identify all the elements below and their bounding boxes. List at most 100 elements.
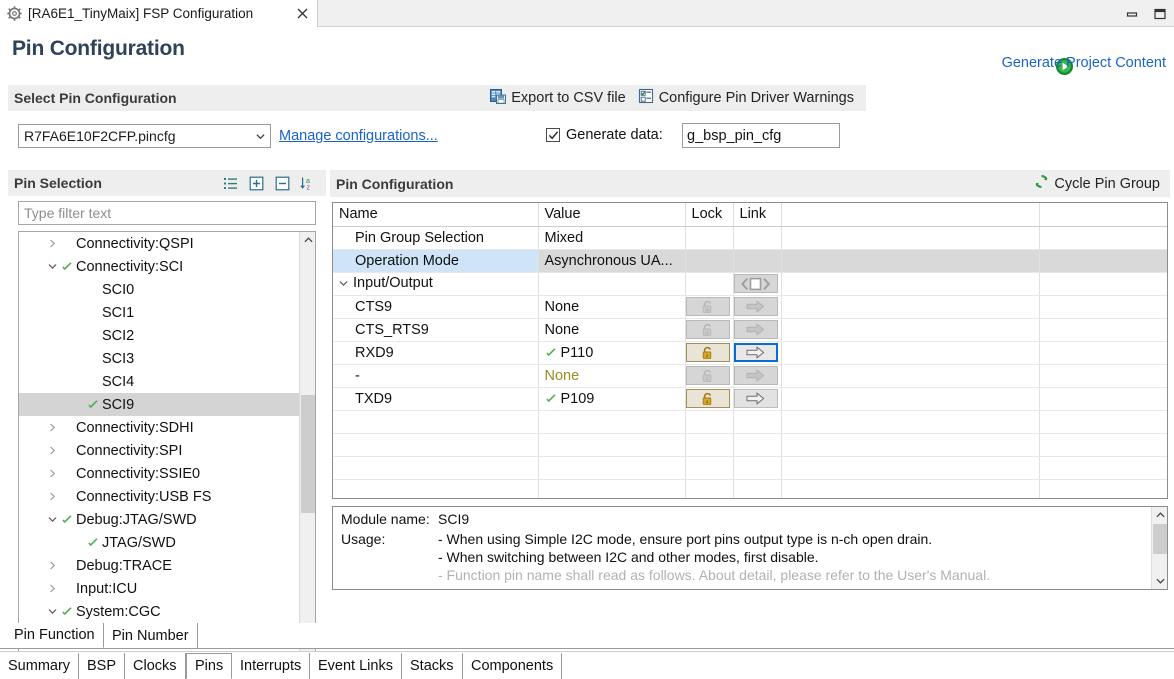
tree-item-debug-trace[interactable]: Debug:TRACE (19, 554, 300, 577)
configure-pin-driver-warnings-button[interactable]: Configure Pin Driver Warnings (638, 88, 854, 108)
table-row[interactable]: Operation Mode Asynchronous UA... (333, 249, 1167, 273)
tree-scrollbar-thumb[interactable] (301, 395, 315, 513)
tree-item-sci9[interactable]: SCI9 (19, 393, 300, 416)
pin-selection-tree[interactable]: Connectivity:QSPI Connectivity:SCI SCI0 SCI… (18, 231, 316, 679)
table-row[interactable]: Input/Output (333, 272, 1167, 296)
link-button[interactable] (733, 389, 778, 408)
bottom-tab-interrupts[interactable]: Interrupts (232, 653, 311, 679)
cell-name[interactable]: CTS_RTS9 (333, 318, 539, 342)
lock-button[interactable] (685, 343, 730, 362)
expand-all-icon[interactable] (248, 175, 264, 191)
tree-item-connectivity-qspi[interactable]: Connectivity:QSPI (19, 232, 300, 255)
info-scrollbar-thumb[interactable] (1153, 524, 1167, 554)
tree-item-connectivity-ssie0[interactable]: Connectivity:SSIE0 (19, 462, 300, 485)
pin-view-tab-pin-function[interactable]: Pin Function (6, 623, 104, 648)
tree-scrollbar[interactable] (299, 232, 315, 679)
cell-name[interactable]: - (333, 364, 539, 388)
tree-item-sci3[interactable]: SCI3 (19, 347, 300, 370)
tree-item-system-cgc[interactable]: System:CGC (19, 600, 300, 623)
table-row[interactable]: CTS9 None (333, 295, 1167, 319)
pin-view-tab-pin-number[interactable]: Pin Number (104, 623, 198, 648)
chevron-up-icon[interactable] (300, 232, 315, 248)
link-button[interactable] (733, 320, 778, 339)
maximize-icon[interactable] (1152, 6, 1168, 22)
cell-value[interactable]: None (538, 295, 686, 319)
cycle-pin-group-button[interactable]: Cycle Pin Group (1034, 174, 1170, 193)
tree-item-input-icu[interactable]: Input:ICU (19, 577, 300, 600)
bottom-tab-clocks[interactable]: Clocks (125, 653, 186, 679)
bottom-tab-summary[interactable]: Summary (0, 653, 80, 679)
bottom-tab-event-links[interactable]: Event Links (310, 653, 402, 679)
tree-item-sci0[interactable]: SCI0 (19, 278, 300, 301)
chevron-right-icon[interactable] (45, 492, 59, 501)
sort-az-icon[interactable]: a z (300, 175, 316, 191)
pin-configuration-select[interactable]: R7FA6E10F2CFP.pincfg (18, 124, 271, 148)
manage-configurations-link[interactable]: Manage configurations... (279, 128, 438, 144)
cell-value[interactable]: None (538, 318, 686, 342)
chevron-down-icon[interactable] (339, 276, 353, 292)
cell-name[interactable]: Pin Group Selection (333, 226, 539, 250)
lock-button[interactable] (685, 297, 730, 316)
cell-lock[interactable] (685, 364, 734, 388)
cell-name[interactable]: TXD9 (333, 387, 539, 411)
column-header-lock[interactable]: Lock (685, 203, 734, 227)
bottom-tab-pins[interactable]: Pins (186, 653, 233, 679)
table-row[interactable]: RXD9 P110 (333, 341, 1167, 365)
table-row[interactable]: CTS_RTS9 None (333, 318, 1167, 342)
chevron-right-icon[interactable] (45, 239, 59, 248)
show-list-icon[interactable] (222, 175, 238, 191)
bottom-tab-bsp[interactable]: BSP (79, 653, 126, 679)
cell-lock[interactable] (685, 226, 734, 250)
tree-item-sci1[interactable]: SCI1 (19, 301, 300, 324)
cell-lock[interactable] (685, 249, 734, 273)
tree-item-connectivity-sdhi[interactable]: Connectivity:SDHI (19, 416, 300, 439)
lock-button[interactable] (685, 320, 730, 339)
tree-item-debug-jtag-swd[interactable]: Debug:JTAG/SWD (19, 508, 300, 531)
chevron-down-icon[interactable] (45, 262, 59, 271)
tree-item-connectivity-sci[interactable]: Connectivity:SCI (19, 255, 300, 278)
chevron-right-icon[interactable] (45, 561, 59, 570)
generate-project-content-link[interactable]: Generate Project Content (1002, 55, 1166, 71)
close-icon[interactable] (295, 7, 309, 21)
pin-selection-filter-input[interactable] (18, 201, 316, 225)
cell-name[interactable]: RXD9 (333, 341, 539, 365)
cell-value[interactable]: P110 (538, 341, 686, 365)
cell-value[interactable] (538, 272, 686, 296)
cell-value[interactable]: None (538, 364, 686, 388)
column-header-name[interactable]: Name (333, 203, 539, 227)
bottom-tab-components[interactable]: Components (463, 653, 563, 679)
tree-item-sci2[interactable]: SCI2 (19, 324, 300, 347)
chevron-down-icon[interactable] (1152, 573, 1167, 589)
cell-link[interactable] (733, 272, 782, 296)
editor-tab-fsp-configuration[interactable]: [RA6E1_TinyMaix] FSP Configuration (0, 0, 318, 27)
table-row[interactable]: - None (333, 364, 1167, 388)
generate-data-checkbox[interactable] (546, 128, 560, 142)
chevron-down-icon[interactable] (45, 515, 59, 524)
chevron-right-icon[interactable] (45, 423, 59, 432)
chevron-right-icon[interactable] (45, 469, 59, 478)
link-button[interactable] (733, 297, 778, 316)
cell-lock[interactable] (685, 318, 734, 342)
export-to-csv-button[interactable]: Export to CSV file (490, 88, 626, 108)
column-header-value[interactable]: Value (538, 203, 686, 227)
cell-value[interactable]: Mixed (538, 226, 686, 250)
cell-link[interactable] (733, 249, 782, 273)
table-row[interactable]: Pin Group Selection Mixed (333, 226, 1167, 250)
chevron-right-icon[interactable] (45, 584, 59, 593)
generate-data-input[interactable] (682, 123, 840, 148)
cell-name[interactable]: CTS9 (333, 295, 539, 319)
cell-lock[interactable] (685, 272, 734, 296)
table-row[interactable]: TXD9 P109 (333, 387, 1167, 411)
minimize-icon[interactable] (1124, 6, 1140, 22)
chevron-up-icon[interactable] (1152, 507, 1167, 523)
bottom-tab-stacks[interactable]: Stacks (402, 653, 463, 679)
link-button[interactable] (733, 366, 778, 385)
cell-link[interactable] (733, 364, 782, 388)
cell-link[interactable] (733, 341, 782, 365)
chevron-down-icon[interactable] (45, 607, 59, 616)
cell-value[interactable]: Asynchronous UA... (538, 249, 686, 273)
cell-link[interactable] (733, 387, 782, 411)
column-header-link[interactable]: Link (733, 203, 782, 227)
link-all-button[interactable] (733, 274, 778, 293)
cell-lock[interactable] (685, 341, 734, 365)
